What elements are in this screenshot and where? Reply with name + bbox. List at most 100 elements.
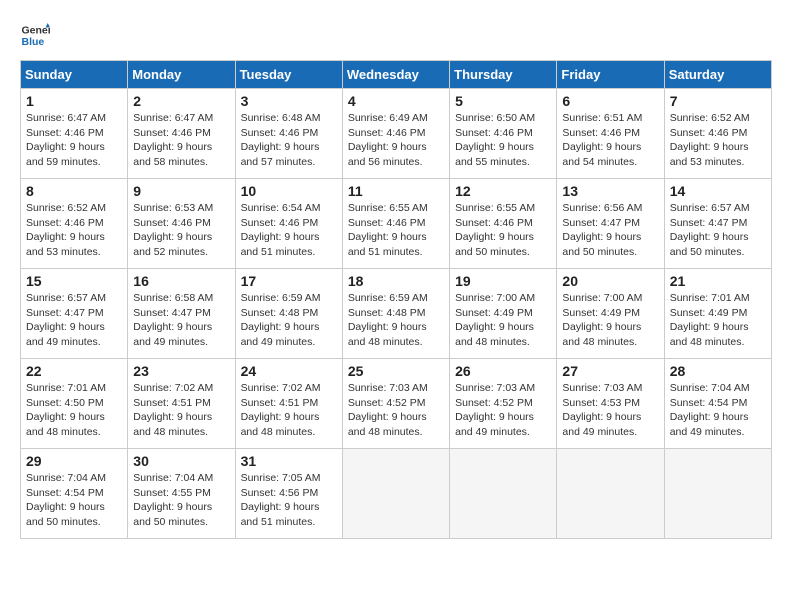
calendar-cell: 3 Sunrise: 6:48 AMSunset: 4:46 PMDayligh… [235,89,342,179]
day-number: 19 [455,273,551,289]
calendar-cell: 14 Sunrise: 6:57 AMSunset: 4:47 PMDaylig… [664,179,771,269]
day-number: 9 [133,183,229,199]
day-number: 11 [348,183,444,199]
day-info: Sunrise: 7:03 AMSunset: 4:53 PMDaylight:… [562,382,642,438]
day-number: 31 [241,453,337,469]
calendar-cell: 5 Sunrise: 6:50 AMSunset: 4:46 PMDayligh… [450,89,557,179]
day-number: 27 [562,363,658,379]
day-number: 25 [348,363,444,379]
header: General Blue [20,20,772,50]
weekday-header-saturday: Saturday [664,61,771,89]
day-info: Sunrise: 6:48 AMSunset: 4:46 PMDaylight:… [241,112,321,168]
day-info: Sunrise: 6:59 AMSunset: 4:48 PMDaylight:… [348,292,428,348]
day-number: 13 [562,183,658,199]
day-number: 7 [670,93,766,109]
day-info: Sunrise: 6:47 AMSunset: 4:46 PMDaylight:… [26,112,106,168]
calendar-cell: 17 Sunrise: 6:59 AMSunset: 4:48 PMDaylig… [235,269,342,359]
calendar-cell: 30 Sunrise: 7:04 AMSunset: 4:55 PMDaylig… [128,449,235,539]
day-info: Sunrise: 6:50 AMSunset: 4:46 PMDaylight:… [455,112,535,168]
day-number: 5 [455,93,551,109]
calendar-cell: 24 Sunrise: 7:02 AMSunset: 4:51 PMDaylig… [235,359,342,449]
day-number: 12 [455,183,551,199]
calendar-cell: 2 Sunrise: 6:47 AMSunset: 4:46 PMDayligh… [128,89,235,179]
calendar-cell: 27 Sunrise: 7:03 AMSunset: 4:53 PMDaylig… [557,359,664,449]
calendar-cell: 22 Sunrise: 7:01 AMSunset: 4:50 PMDaylig… [21,359,128,449]
calendar-cell: 18 Sunrise: 6:59 AMSunset: 4:48 PMDaylig… [342,269,449,359]
calendar-cell: 29 Sunrise: 7:04 AMSunset: 4:54 PMDaylig… [21,449,128,539]
day-info: Sunrise: 7:02 AMSunset: 4:51 PMDaylight:… [133,382,213,438]
weekday-header-friday: Friday [557,61,664,89]
calendar-cell: 26 Sunrise: 7:03 AMSunset: 4:52 PMDaylig… [450,359,557,449]
day-info: Sunrise: 7:03 AMSunset: 4:52 PMDaylight:… [455,382,535,438]
svg-text:General: General [22,25,51,37]
weekday-header-wednesday: Wednesday [342,61,449,89]
calendar-cell [557,449,664,539]
day-number: 6 [562,93,658,109]
day-info: Sunrise: 6:55 AMSunset: 4:46 PMDaylight:… [455,202,535,258]
day-number: 4 [348,93,444,109]
calendar-cell: 21 Sunrise: 7:01 AMSunset: 4:49 PMDaylig… [664,269,771,359]
day-number: 28 [670,363,766,379]
calendar-cell: 23 Sunrise: 7:02 AMSunset: 4:51 PMDaylig… [128,359,235,449]
calendar-cell: 11 Sunrise: 6:55 AMSunset: 4:46 PMDaylig… [342,179,449,269]
svg-text:Blue: Blue [22,36,45,48]
calendar-cell: 1 Sunrise: 6:47 AMSunset: 4:46 PMDayligh… [21,89,128,179]
day-number: 14 [670,183,766,199]
day-info: Sunrise: 6:47 AMSunset: 4:46 PMDaylight:… [133,112,213,168]
calendar-cell: 15 Sunrise: 6:57 AMSunset: 4:47 PMDaylig… [21,269,128,359]
day-info: Sunrise: 6:52 AMSunset: 4:46 PMDaylight:… [670,112,750,168]
calendar-cell: 13 Sunrise: 6:56 AMSunset: 4:47 PMDaylig… [557,179,664,269]
logo: General Blue [20,20,50,50]
day-number: 2 [133,93,229,109]
day-info: Sunrise: 6:53 AMSunset: 4:46 PMDaylight:… [133,202,213,258]
day-info: Sunrise: 6:56 AMSunset: 4:47 PMDaylight:… [562,202,642,258]
day-number: 26 [455,363,551,379]
calendar-cell [342,449,449,539]
day-info: Sunrise: 6:49 AMSunset: 4:46 PMDaylight:… [348,112,428,168]
day-number: 1 [26,93,122,109]
week-row-3: 15 Sunrise: 6:57 AMSunset: 4:47 PMDaylig… [21,269,772,359]
day-info: Sunrise: 7:05 AMSunset: 4:56 PMDaylight:… [241,472,321,528]
calendar-table: SundayMondayTuesdayWednesdayThursdayFrid… [20,60,772,539]
calendar-cell [450,449,557,539]
calendar-cell: 7 Sunrise: 6:52 AMSunset: 4:46 PMDayligh… [664,89,771,179]
weekday-header-tuesday: Tuesday [235,61,342,89]
calendar-cell [664,449,771,539]
calendar-cell: 25 Sunrise: 7:03 AMSunset: 4:52 PMDaylig… [342,359,449,449]
day-number: 22 [26,363,122,379]
day-number: 29 [26,453,122,469]
calendar-cell: 20 Sunrise: 7:00 AMSunset: 4:49 PMDaylig… [557,269,664,359]
week-row-5: 29 Sunrise: 7:04 AMSunset: 4:54 PMDaylig… [21,449,772,539]
calendar-cell: 12 Sunrise: 6:55 AMSunset: 4:46 PMDaylig… [450,179,557,269]
calendar-cell: 6 Sunrise: 6:51 AMSunset: 4:46 PMDayligh… [557,89,664,179]
day-info: Sunrise: 7:03 AMSunset: 4:52 PMDaylight:… [348,382,428,438]
week-row-4: 22 Sunrise: 7:01 AMSunset: 4:50 PMDaylig… [21,359,772,449]
day-info: Sunrise: 7:01 AMSunset: 4:49 PMDaylight:… [670,292,750,348]
day-info: Sunrise: 6:52 AMSunset: 4:46 PMDaylight:… [26,202,106,258]
day-info: Sunrise: 7:01 AMSunset: 4:50 PMDaylight:… [26,382,106,438]
logo-icon: General Blue [20,20,50,50]
day-number: 10 [241,183,337,199]
day-info: Sunrise: 6:57 AMSunset: 4:47 PMDaylight:… [26,292,106,348]
day-number: 8 [26,183,122,199]
day-info: Sunrise: 7:04 AMSunset: 4:54 PMDaylight:… [26,472,106,528]
day-number: 21 [670,273,766,289]
day-info: Sunrise: 7:00 AMSunset: 4:49 PMDaylight:… [455,292,535,348]
day-number: 17 [241,273,337,289]
day-number: 23 [133,363,229,379]
day-info: Sunrise: 6:55 AMSunset: 4:46 PMDaylight:… [348,202,428,258]
day-info: Sunrise: 6:59 AMSunset: 4:48 PMDaylight:… [241,292,321,348]
calendar-body: 1 Sunrise: 6:47 AMSunset: 4:46 PMDayligh… [21,89,772,539]
calendar-cell: 19 Sunrise: 7:00 AMSunset: 4:49 PMDaylig… [450,269,557,359]
calendar-cell: 16 Sunrise: 6:58 AMSunset: 4:47 PMDaylig… [128,269,235,359]
day-info: Sunrise: 7:04 AMSunset: 4:54 PMDaylight:… [670,382,750,438]
day-number: 18 [348,273,444,289]
calendar-cell: 9 Sunrise: 6:53 AMSunset: 4:46 PMDayligh… [128,179,235,269]
weekday-header-row: SundayMondayTuesdayWednesdayThursdayFrid… [21,61,772,89]
calendar-cell: 4 Sunrise: 6:49 AMSunset: 4:46 PMDayligh… [342,89,449,179]
day-info: Sunrise: 6:54 AMSunset: 4:46 PMDaylight:… [241,202,321,258]
weekday-header-thursday: Thursday [450,61,557,89]
day-info: Sunrise: 7:04 AMSunset: 4:55 PMDaylight:… [133,472,213,528]
week-row-2: 8 Sunrise: 6:52 AMSunset: 4:46 PMDayligh… [21,179,772,269]
day-number: 3 [241,93,337,109]
